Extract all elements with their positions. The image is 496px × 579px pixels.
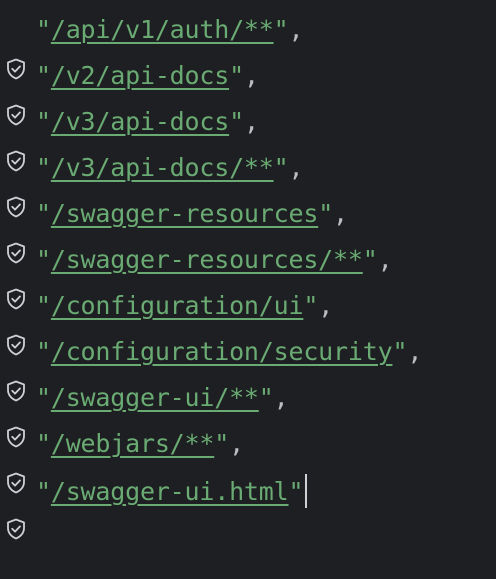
path-string[interactable]: /swagger-ui.html (51, 477, 289, 506)
shield-check-icon[interactable] (4, 295, 28, 356)
shield-check-icon[interactable] (4, 387, 28, 448)
code-text: "/v2/api-docs", (36, 61, 259, 90)
code-line[interactable]: "/swagger-resources/**", (0, 240, 496, 310)
comma: , (377, 245, 393, 274)
path-string[interactable]: /v3/api-docs (51, 107, 229, 136)
code-line[interactable]: "/v3/api-docs/**", (0, 148, 496, 218)
code-text: "/v3/api-docs/**", (36, 153, 304, 182)
comma: , (288, 153, 304, 182)
shield-check-icon[interactable] (4, 433, 28, 494)
code-text: "/v3/api-docs", (36, 107, 259, 136)
path-string[interactable]: /swagger-ui/** (51, 383, 259, 412)
comma: , (229, 429, 244, 458)
code-line[interactable]: "/webjars/**", (0, 424, 496, 494)
comma: , (318, 291, 334, 320)
shield-check-icon[interactable] (4, 19, 28, 80)
code-text: "/configuration/security", (36, 337, 423, 366)
code-line[interactable]: "/v3/api-docs", (0, 102, 496, 172)
path-string[interactable]: /webjars/** (51, 429, 215, 458)
comma: , (273, 383, 289, 412)
comma: , (333, 199, 348, 228)
code-text: "/webjars/**", (36, 429, 244, 458)
shield-check-icon[interactable] (4, 249, 28, 310)
shield-check-icon[interactable] (4, 479, 28, 540)
code-text: "/swagger-resources/**", (36, 245, 393, 274)
shield-check-icon[interactable] (4, 341, 28, 402)
code-line[interactable]: "/swagger-ui.html" (0, 470, 496, 540)
comma: , (407, 337, 423, 366)
code-text: "/api/v1/auth/**", (36, 15, 304, 44)
code-editor[interactable]: "/api/v1/auth/**", "/v2/api-docs", "/v3/… (0, 0, 496, 540)
path-string[interactable]: /swagger-resources (51, 199, 319, 228)
shield-check-icon[interactable] (4, 111, 28, 172)
code-line[interactable]: "/configuration/ui", (0, 286, 496, 356)
comma: , (243, 61, 259, 90)
comma: , (243, 107, 259, 136)
shield-check-icon[interactable] (4, 157, 28, 218)
comma: , (288, 15, 304, 44)
path-string[interactable]: /api/v1/auth/** (51, 15, 274, 44)
path-string[interactable]: /v2/api-docs (51, 61, 229, 90)
code-line[interactable]: "/swagger-ui/**", (0, 378, 496, 448)
path-string[interactable]: /configuration/security (51, 337, 393, 366)
path-string[interactable]: /v3/api-docs/** (51, 153, 274, 182)
shield-check-icon[interactable] (4, 65, 28, 126)
code-text: "/configuration/ui", (36, 291, 334, 320)
path-string[interactable]: /configuration/ui (51, 291, 304, 320)
text-caret (305, 474, 308, 508)
path-string[interactable]: /swagger-resources/** (51, 245, 363, 274)
code-line[interactable]: "/api/v1/auth/**", (0, 10, 496, 80)
code-text: "/swagger-resources", (36, 199, 348, 228)
shield-check-icon[interactable] (4, 203, 28, 264)
code-line[interactable]: "/v2/api-docs", (0, 56, 496, 126)
code-line[interactable]: "/swagger-resources", (0, 194, 496, 264)
code-text: "/swagger-ui.html" (36, 474, 308, 508)
code-text: "/swagger-ui/**", (36, 383, 289, 412)
code-line[interactable]: "/configuration/security", (0, 332, 496, 402)
